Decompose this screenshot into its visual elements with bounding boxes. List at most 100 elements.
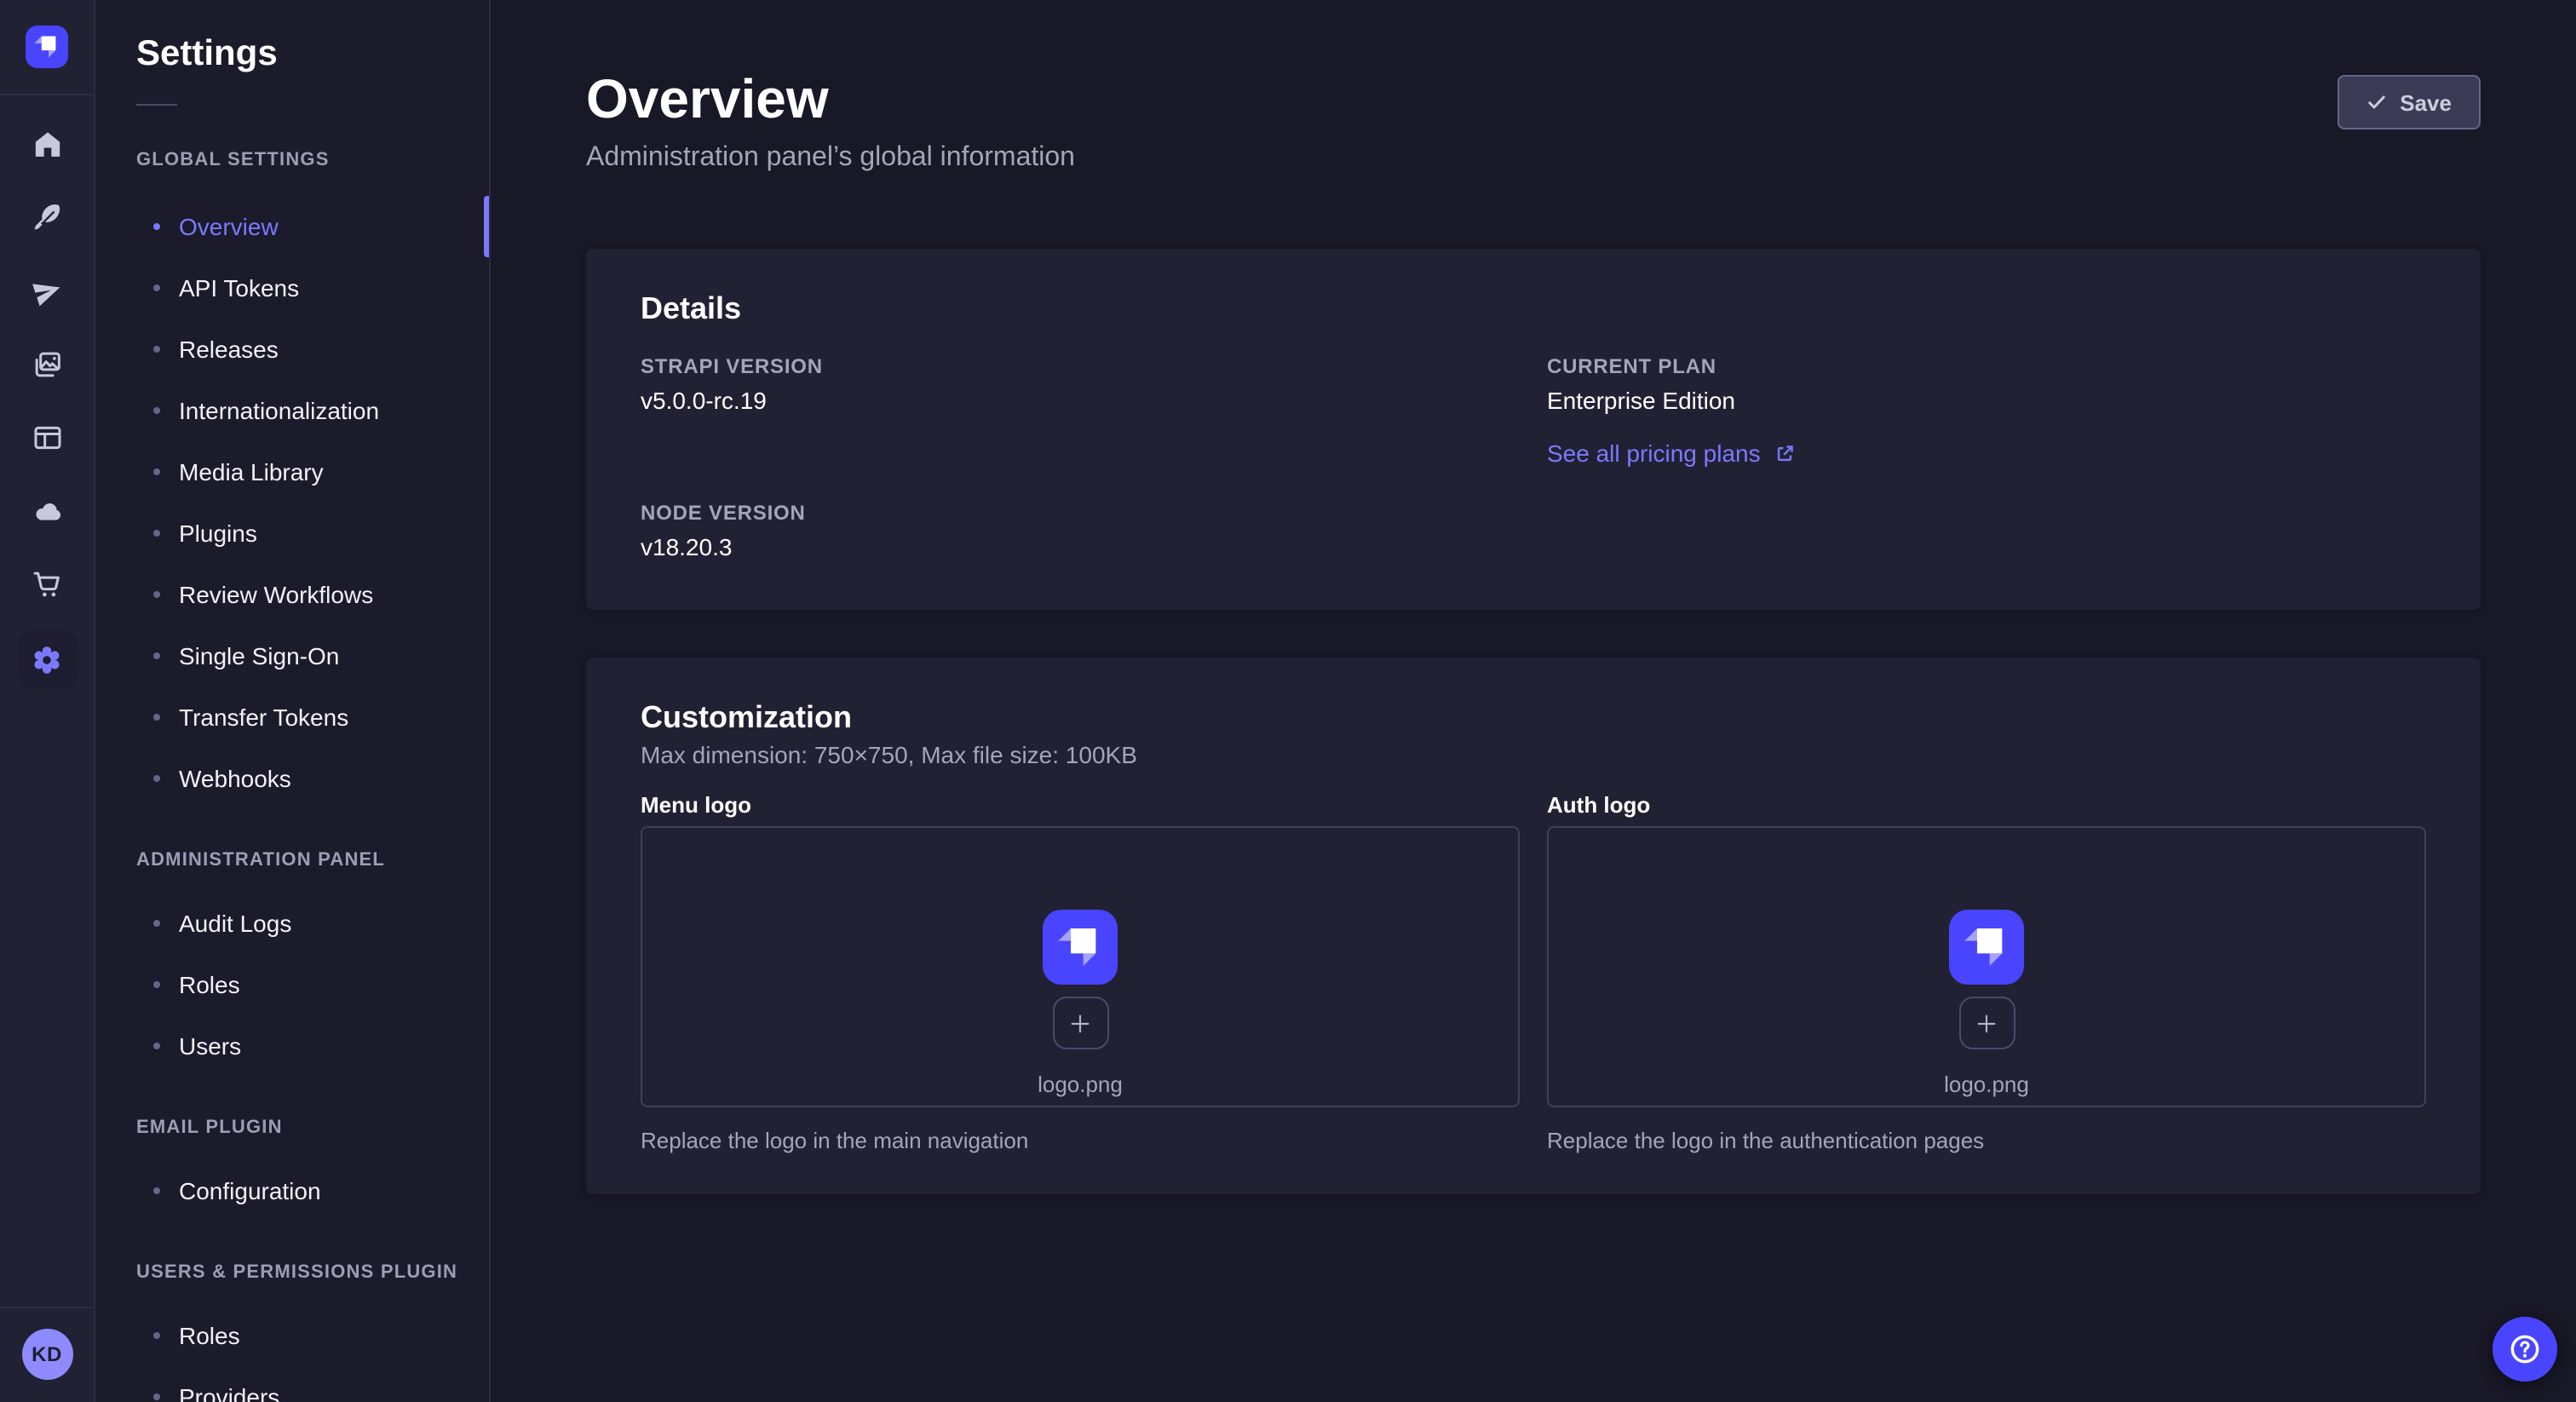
auth-logo-filename: logo.png: [1944, 1072, 2029, 1097]
sidebar-item-label: Internationalization: [179, 397, 379, 424]
sidebar-item-api-tokens[interactable]: API Tokens: [136, 257, 465, 319]
section-label-email-plugin: EMAIL PLUGIN: [136, 1118, 465, 1138]
sidebar-item-plugins[interactable]: Plugins: [136, 503, 465, 564]
sidebar-item-audit-logs[interactable]: Audit Logs: [136, 893, 465, 954]
bullet-icon: [153, 981, 160, 988]
bullet-icon: [153, 223, 160, 230]
email-plugin-list: Configuration: [136, 1160, 465, 1221]
user-avatar[interactable]: KD: [21, 1329, 72, 1380]
bullet-icon: [153, 284, 160, 291]
bullet-icon: [153, 652, 160, 659]
global-settings-list: Overview API Tokens Releases Internation…: [136, 196, 465, 809]
strapi-logo: [1949, 910, 2024, 985]
page-header-text: Overview Administration panel’s global i…: [586, 65, 1075, 174]
gear-icon[interactable]: [18, 630, 76, 688]
current-plan-field: CURRENT PLAN Enterprise Edition: [1547, 354, 2426, 416]
change-menu-logo-button[interactable]: [1052, 997, 1108, 1049]
sidebar-item-label: Single Sign-On: [179, 642, 339, 669]
node-version-field: NODE VERSION v18.20.3: [641, 501, 1520, 562]
cart-icon[interactable]: [20, 557, 74, 612]
current-plan-value: Enterprise Edition: [1547, 387, 2426, 416]
sidebar-item-internationalization[interactable]: Internationalization: [136, 380, 465, 441]
bullet-icon: [153, 346, 160, 353]
sidebar-item-admin-roles[interactable]: Roles: [136, 954, 465, 1015]
paper-plane-icon[interactable]: [20, 264, 74, 319]
auth-logo-hint: Replace the logo in the authentication p…: [1547, 1128, 2426, 1153]
bullet-icon: [153, 714, 160, 721]
sidebar-item-label: Transfer Tokens: [179, 704, 348, 731]
sidebar-item-media-library[interactable]: Media Library: [136, 441, 465, 503]
sidebar-item-webhooks[interactable]: Webhooks: [136, 748, 465, 809]
sidebar-item-label: Review Workflows: [179, 581, 373, 608]
page-title: Overview: [586, 65, 1075, 133]
check-icon: [2366, 92, 2386, 112]
sidebar-item-email-configuration[interactable]: Configuration: [136, 1160, 465, 1221]
node-version-label: NODE VERSION: [641, 501, 1520, 525]
sidebar-item-label: Webhooks: [179, 765, 291, 792]
details-left-column: STRAPI VERSION v5.0.0-rc.19 NODE VERSION…: [641, 354, 1520, 562]
administration-panel-list: Audit Logs Roles Users: [136, 893, 465, 1077]
sidebar-item-label: Overview: [179, 213, 279, 240]
customization-card-title: Customization: [641, 698, 2426, 736]
auth-logo-input: Auth logo logo.png Replace the logo in t…: [1547, 792, 2426, 1153]
pricing-plans-link-label: See all pricing plans: [1547, 440, 1761, 467]
sidebar-item-up-roles[interactable]: Roles: [136, 1305, 465, 1366]
section-label-users-permissions-plugin: USERS & PERMISSIONS PLUGIN: [136, 1262, 465, 1283]
node-version-value: v18.20.3: [641, 533, 1520, 562]
logo-upload-grid: Menu logo logo.png Replace the logo in t…: [641, 792, 2426, 1153]
rail-footer: KD: [0, 1307, 94, 1402]
workspace-logo-section: [0, 0, 94, 95]
bullet-icon: [153, 530, 160, 537]
menu-logo-dropzone[interactable]: logo.png: [641, 826, 1520, 1107]
bullet-icon: [153, 1332, 160, 1339]
sidebar-item-transfer-tokens[interactable]: Transfer Tokens: [136, 687, 465, 748]
change-auth-logo-button[interactable]: [1958, 997, 2015, 1049]
strapi-logo: [1043, 910, 1118, 985]
sidebar-item-label: Roles: [179, 971, 240, 998]
sidebar-item-label: Plugins: [179, 520, 257, 547]
sidebar-item-label: Audit Logs: [179, 910, 291, 937]
sidebar-item-review-workflows[interactable]: Review Workflows: [136, 564, 465, 625]
settings-subnav: Settings GLOBAL SETTINGS Overview API To…: [95, 0, 491, 1402]
auth-logo-dropzone[interactable]: logo.png: [1547, 826, 2426, 1107]
bullet-icon: [153, 775, 160, 782]
sidebar-item-releases[interactable]: Releases: [136, 319, 465, 380]
active-item-indicator: [484, 196, 489, 257]
sidebar-item-label: Roles: [179, 1322, 240, 1349]
menu-logo-hint: Replace the logo in the main navigation: [641, 1128, 1520, 1153]
pictures-icon[interactable]: [20, 337, 74, 392]
details-right-column: CURRENT PLAN Enterprise Edition See all …: [1547, 354, 2426, 562]
section-label-global-settings: GLOBAL SETTINGS: [136, 150, 465, 170]
page-header: Overview Administration panel’s global i…: [586, 65, 2481, 174]
strapi-admin-app: KD Settings GLOBAL SETTINGS Overview API…: [0, 0, 2576, 1402]
bullet-icon: [153, 591, 160, 598]
bullet-icon: [153, 407, 160, 414]
cloud-icon[interactable]: [20, 484, 74, 538]
page-subtitle: Administration panel’s global informatio…: [586, 143, 1075, 174]
bullet-icon: [153, 468, 160, 475]
pricing-plans-link[interactable]: See all pricing plans: [1547, 440, 1797, 467]
section-label-administration-panel: ADMINISTRATION PANEL: [136, 850, 465, 871]
plus-icon: [1973, 1009, 2000, 1037]
layout-icon[interactable]: [20, 411, 74, 465]
menu-logo-filename: logo.png: [1038, 1072, 1123, 1097]
sidebar-item-admin-users[interactable]: Users: [136, 1015, 465, 1077]
menu-logo-input: Menu logo logo.png Replace the logo in t…: [641, 792, 1520, 1153]
sidebar-item-label: API Tokens: [179, 274, 299, 302]
home-icon[interactable]: [20, 118, 74, 172]
feather-icon[interactable]: [20, 191, 74, 245]
save-button[interactable]: Save: [2337, 75, 2481, 129]
main-content: Overview Administration panel’s global i…: [491, 0, 2576, 1402]
sidebar-item-overview[interactable]: Overview: [136, 196, 465, 257]
subnav-title: Settings: [136, 34, 465, 75]
users-permissions-list: Roles Providers: [136, 1305, 465, 1402]
strapi-logo[interactable]: [26, 26, 68, 68]
sidebar-item-up-providers[interactable]: Providers: [136, 1366, 465, 1402]
strapi-version-value: v5.0.0-rc.19: [641, 387, 1520, 416]
strapi-version-field: STRAPI VERSION v5.0.0-rc.19: [641, 354, 1520, 416]
help-button[interactable]: [2493, 1317, 2557, 1382]
bullet-icon: [153, 1043, 160, 1049]
sidebar-item-label: Configuration: [179, 1177, 321, 1204]
sidebar-item-single-sign-on[interactable]: Single Sign-On: [136, 625, 465, 687]
bullet-icon: [153, 1393, 160, 1400]
